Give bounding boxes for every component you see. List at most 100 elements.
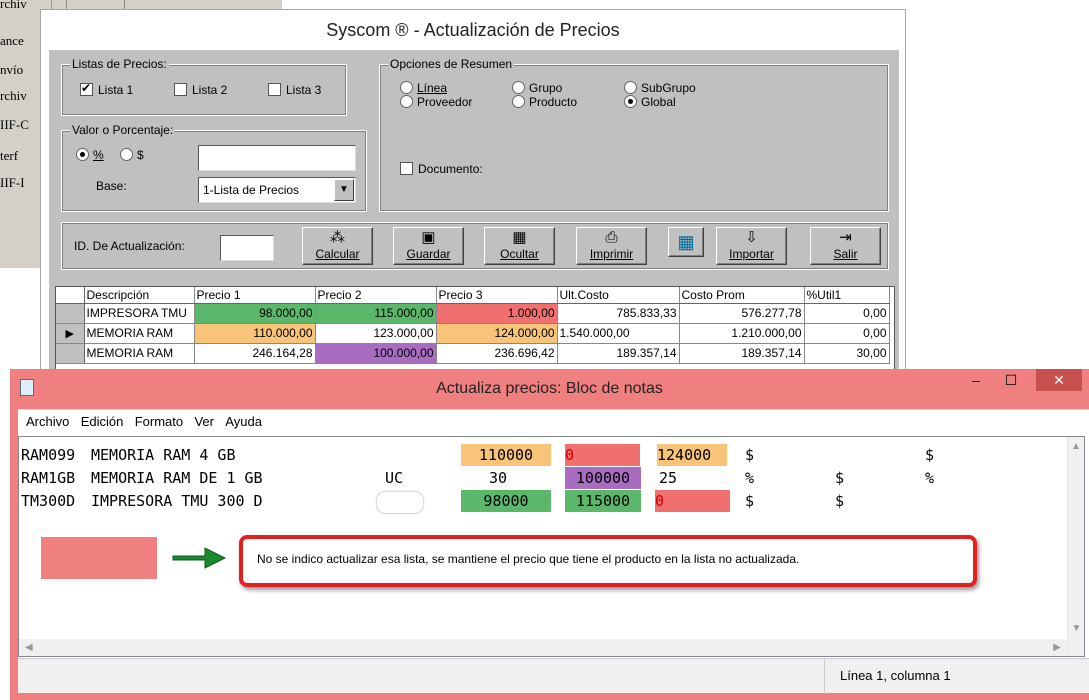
cell-util[interactable]: 0,00 [804, 323, 890, 344]
checkbox-lista-3[interactable]: Lista 3 [268, 83, 321, 97]
menu-ver[interactable]: Ver [194, 410, 214, 434]
notepad-text-area[interactable]: RAM099 MEMORIA RAM 4 GB 110000 0 124000 … [18, 436, 1085, 657]
base-select[interactable]: 1-Lista de Precios ▼ [198, 177, 356, 203]
table-row[interactable]: ▶ MEMORIA RAM 110.000,00 123.000,00 124.… [56, 323, 890, 344]
radio-producto[interactable]: Producto [512, 95, 577, 109]
bg-menu-item[interactable]: ance [0, 33, 24, 49]
radio-dot[interactable] [400, 81, 413, 94]
scroll-right-icon[interactable]: ▶ [1053, 639, 1061, 656]
cell-last-cost[interactable]: 189.357,14 [557, 343, 680, 364]
cell-description[interactable]: IMPRESORA TMU [84, 303, 195, 324]
radio-linea[interactable]: Línea [400, 81, 447, 95]
importar-button[interactable]: ⇩ Importar [716, 227, 787, 265]
scroll-down-icon[interactable]: ▼ [1068, 623, 1085, 634]
checkbox-box[interactable] [80, 81, 93, 96]
checkbox-documento[interactable]: Documento: [400, 162, 483, 176]
column-header[interactable]: Ult.Costo [557, 287, 680, 304]
menu-edicion[interactable]: Edición [81, 410, 124, 434]
column-header[interactable]: Descripción [84, 287, 195, 304]
cell-price-3[interactable]: 1.000,00 [436, 303, 558, 324]
cell-price-3[interactable]: 236.696,42 [436, 343, 558, 364]
value-input[interactable] [198, 145, 356, 171]
checkbox-lista-1[interactable]: Lista 1 [80, 81, 133, 97]
menu-ayuda[interactable]: Ayuda [225, 410, 262, 434]
maximize-button[interactable]: ☐ [1000, 369, 1022, 393]
radio-dot[interactable] [512, 81, 525, 94]
radio-label: SubGrupo [641, 81, 696, 95]
scroll-left-icon[interactable]: ◀ [25, 642, 33, 653]
cell-description[interactable]: MEMORIA RAM [84, 343, 195, 364]
column-header[interactable]: Precio 1 [194, 287, 316, 304]
cell-price-2[interactable]: 115.000,00 [315, 303, 437, 324]
table-row[interactable]: IMPRESORA TMU 98.000,00 115.000,00 1.000… [56, 303, 890, 324]
checkbox-box[interactable] [400, 162, 413, 175]
horizontal-scrollbar[interactable]: ◀ ▶ [19, 639, 1067, 656]
line-code: TM300D [21, 492, 76, 510]
cell-price-1[interactable]: 246.164,28 [194, 343, 316, 364]
radio-dot[interactable] [512, 95, 525, 108]
calcular-button[interactable]: ⁂ Calcular [302, 227, 373, 265]
column-header[interactable]: Costo Prom [679, 287, 805, 304]
exit-icon: ⇥ [839, 229, 852, 246]
radio-dollar[interactable]: $ [120, 148, 144, 162]
cell-price-2[interactable]: 123.000,00 [315, 323, 437, 344]
cell-price-3[interactable]: 124.000,00 [436, 323, 558, 344]
menu-formato[interactable]: Formato [135, 410, 183, 434]
bg-menu-item[interactable]: rchiv [0, 0, 27, 12]
row-indicator[interactable] [56, 303, 85, 324]
ocultar-button[interactable]: ▦ Ocultar [484, 227, 555, 265]
cell-price-2[interactable]: 100.000,00 [315, 343, 437, 364]
radio-dot[interactable] [624, 95, 637, 108]
syscom-window: Syscom ® - Actualización de Precios List… [40, 9, 906, 371]
chevron-down-icon[interactable]: ▼ [334, 179, 354, 201]
radio-dot[interactable] [120, 148, 133, 161]
scroll-up-icon[interactable]: ▲ [1068, 441, 1084, 452]
cell-price-1[interactable]: 98.000,00 [194, 303, 316, 324]
radio-label: % [93, 148, 104, 162]
cell-price-1[interactable]: 110.000,00 [194, 323, 316, 344]
bg-menu-item[interactable]: nvío [0, 62, 23, 78]
imprimir-button[interactable]: ⎙ Imprimir [576, 227, 647, 265]
radio-subgrupo[interactable]: SubGrupo [624, 81, 696, 95]
current-row-arrow-icon[interactable]: ▶ [56, 323, 85, 344]
radio-grupo[interactable]: Grupo [512, 81, 562, 95]
bg-menu-item[interactable]: IIF-I [0, 175, 25, 191]
vertical-scrollbar[interactable]: ▲ ▼ [1067, 437, 1084, 656]
radio-dot[interactable] [400, 95, 413, 108]
column-header[interactable]: %Util1 [804, 287, 890, 304]
bg-menu-item[interactable]: rchiv [0, 88, 27, 104]
minimize-button[interactable]: ‒ [966, 369, 986, 393]
close-button[interactable]: ✕ [1036, 369, 1082, 391]
line-value-b: 100000 [565, 467, 641, 489]
cell-util[interactable]: 0,00 [804, 303, 890, 324]
cell-last-cost[interactable]: 785.833,33 [557, 303, 680, 324]
column-header[interactable]: Precio 2 [315, 287, 437, 304]
radio-global[interactable]: Global [624, 95, 676, 109]
salir-button[interactable]: ⇥ Salir [810, 227, 881, 265]
guardar-button[interactable]: ▣ Guardar [393, 227, 464, 265]
radio-dot[interactable] [76, 148, 89, 161]
checkbox-box[interactable] [174, 83, 187, 96]
radio-percent[interactable]: % [76, 148, 104, 162]
radio-proveedor[interactable]: Proveedor [400, 95, 472, 109]
calculator-button[interactable]: ▦ [668, 227, 704, 257]
cell-last-cost[interactable]: 1.540.000,00 [557, 323, 680, 344]
checkbox-box[interactable] [268, 83, 281, 96]
bg-menu-item[interactable]: IIF-C [0, 117, 29, 133]
line-value-e: $ [835, 492, 845, 510]
cell-util[interactable]: 30,00 [804, 343, 890, 364]
row-indicator[interactable] [56, 343, 85, 364]
id-input[interactable] [220, 235, 274, 261]
button-label: Calcular [315, 247, 360, 261]
table-row[interactable]: MEMORIA RAM 246.164,28 100.000,00 236.69… [56, 343, 890, 364]
cell-avg-cost[interactable]: 576.277,78 [679, 303, 805, 324]
bg-menu-item[interactable]: terf [0, 148, 18, 164]
radio-dot[interactable] [624, 81, 637, 94]
column-header[interactable]: Precio 3 [436, 287, 558, 304]
checkbox-lista-2[interactable]: Lista 2 [174, 83, 227, 97]
cell-description[interactable]: MEMORIA RAM [84, 323, 195, 344]
cell-avg-cost[interactable]: 1.210.000,00 [679, 323, 805, 344]
menu-archivo[interactable]: Archivo [26, 410, 69, 434]
cell-avg-cost[interactable]: 189.357,14 [679, 343, 805, 364]
notepad-title: Actualiza precios: Bloc de notas [436, 380, 663, 397]
